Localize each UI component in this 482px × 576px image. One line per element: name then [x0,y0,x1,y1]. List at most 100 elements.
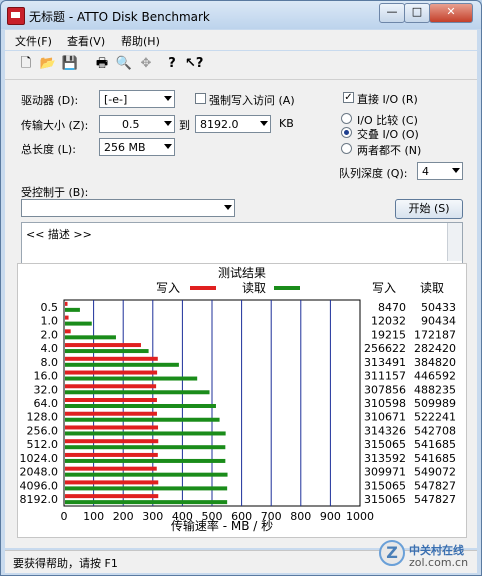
read-bar [65,417,220,422]
write-bar [65,411,157,416]
x-tick-label: 1000 [346,510,374,523]
read-bar [65,349,149,354]
print-preview-icon[interactable]: 🔍 [115,55,133,73]
chevron-down-icon [452,168,460,173]
write-value-label: 315065 [364,493,406,506]
to-label: 到 [179,119,190,132]
write-value-label: 310598 [364,397,406,410]
write-bar [65,494,159,499]
queue-depth-select[interactable]: 4 [417,162,463,180]
description-scrollbar[interactable] [447,223,462,261]
overlap-io-radio[interactable] [341,127,352,138]
total-length-select[interactable]: 256 MB [99,138,175,156]
close-button[interactable]: ✕ [429,3,473,23]
transfer-size-label: 传输大小 (Z): [21,119,89,132]
y-tick-label: 8192.0 [20,493,59,506]
description-field[interactable]: << 描述 >> [21,222,463,264]
watermark-logo: Z 中关村在线 zol.com.cn [379,536,475,574]
minimize-button[interactable]: — [379,3,405,23]
toolbar: 🗋 📂 💾 🖶 🔍 ✥ ? ↖? [5,51,477,80]
watermark-line2: zol.com.cn [409,556,469,569]
queue-depth-value: 4 [422,165,429,178]
read-value-label: 282420 [414,342,456,355]
menu-file[interactable]: 文件(F) [15,33,52,49]
context-help-icon[interactable]: ↖? [185,55,203,73]
write-bar [65,466,157,471]
main-panel: 驱动器 (D): [-e-] 强制写入访问 (A) 传输大小 (Z): 0.5 … [5,80,477,548]
total-length-label: 总长度 (L): [21,143,76,156]
x-tick-label: 500 [202,510,223,523]
y-tick-label: 32.0 [34,383,59,396]
read-value-label: 547827 [414,493,456,506]
y-tick-label: 16.0 [34,370,59,383]
y-tick-label: 4.0 [41,342,59,355]
read-bar [65,458,226,463]
controlled-by-select[interactable] [21,199,235,217]
description-text: << 描述 >> [26,228,92,241]
legend-write-label: 写入 [156,281,180,295]
print-icon[interactable]: 🖶 [93,55,111,73]
write-value-label: 8470 [378,301,406,314]
write-bar [65,439,159,444]
window-title: 无标题 - ATTO Disk Benchmark [29,10,210,24]
read-value-label: 541685 [414,452,456,465]
x-tick-label: 400 [172,510,193,523]
force-write-checkbox[interactable] [195,93,206,104]
title-bar[interactable]: 无标题 - ATTO Disk Benchmark — □ ✕ [1,1,481,29]
read-bar [65,500,228,505]
write-value-label: 314326 [364,424,406,437]
x-tick-label: 0 [61,510,68,523]
write-value-label: 19215 [371,328,406,341]
direct-io-label: 直接 I/O (R) [357,93,418,106]
help-icon[interactable]: ? [163,55,181,73]
y-tick-label: 64.0 [34,397,59,410]
x-tick-label: 800 [290,510,311,523]
y-tick-label: 256.0 [27,424,59,437]
read-value-label: 90434 [421,315,456,328]
start-button[interactable]: 开始 (S) [395,199,463,219]
y-tick-label: 2.0 [41,328,59,341]
x-tick-label: 100 [83,510,104,523]
read-value-label: 50433 [421,301,456,314]
write-bar [65,384,157,389]
save-icon[interactable]: 💾 [61,55,79,73]
transfer-from-value: 0.5 [122,118,140,131]
move-icon[interactable]: ✥ [137,55,155,73]
write-bar [65,480,159,485]
transfer-from-select[interactable]: 0.5 [99,115,175,133]
write-bar [65,452,158,457]
menu-view[interactable]: 查看(V) [67,33,105,49]
write-value-label: 315065 [364,438,406,451]
write-value-label: 310671 [364,411,406,424]
y-tick-label: 8.0 [41,356,59,369]
direct-io-checkbox[interactable]: ✓ [343,92,354,103]
legend-write-swatch [190,286,216,290]
read-bar [65,362,179,367]
x-tick-label: 200 [113,510,134,523]
y-tick-label: 512.0 [27,438,59,451]
read-bar [65,486,228,491]
transfer-to-select[interactable]: 8192.0 [195,115,271,133]
chart-title: 测试结果 [218,265,266,280]
new-file-icon[interactable]: 🗋 [17,55,35,73]
neither-radio[interactable] [341,143,352,154]
chevron-down-icon [164,144,172,149]
chevron-down-icon [164,96,172,101]
chevron-down-icon [164,121,172,126]
drive-select[interactable]: [-e-] [99,90,175,108]
transfer-to-value: 8192.0 [200,118,239,131]
menu-help[interactable]: 帮助(H) [121,33,160,49]
read-value-label: 547827 [414,479,456,492]
write-bar [65,329,71,334]
chart-panel: 测试结果 写入 读取 写入 读取 传输速率 - MB / 秒 0 100 200 30… [17,263,467,538]
read-bar [65,321,92,326]
open-folder-icon[interactable]: 📂 [39,55,57,73]
controlled-by-label: 受控制于 (B): [21,186,89,199]
kb-label: KB [279,117,294,130]
chevron-down-icon [224,205,232,210]
y-tick-label: 128.0 [27,411,59,424]
io-compare-radio[interactable] [341,113,352,124]
chevron-down-icon [260,121,268,126]
maximize-button[interactable]: □ [404,3,430,23]
drive-label: 驱动器 (D): [21,94,79,107]
